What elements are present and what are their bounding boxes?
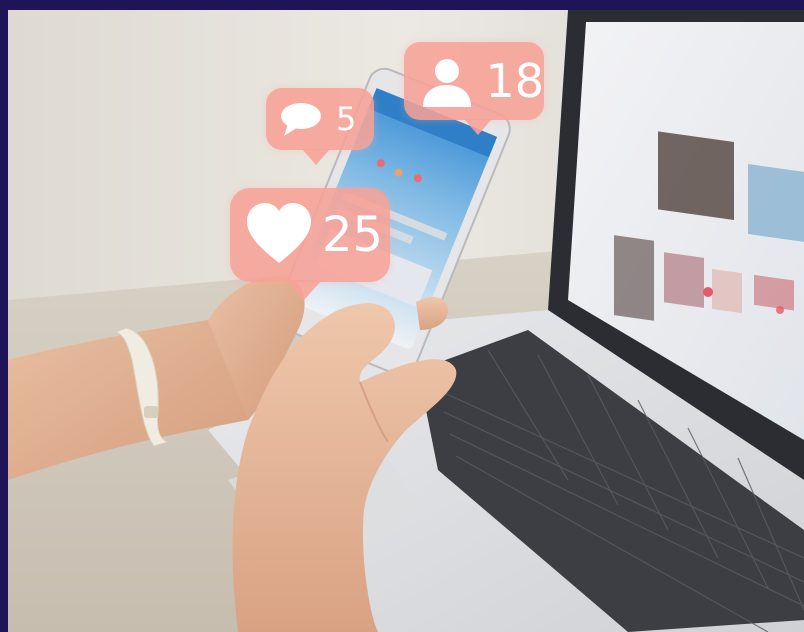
comments-notification: 5 bbox=[266, 88, 374, 165]
bubble-tail bbox=[286, 280, 322, 300]
likes-count: 25 bbox=[322, 207, 384, 263]
followers-count: 18 bbox=[485, 54, 544, 108]
comments-count: 5 bbox=[336, 100, 357, 138]
person-icon bbox=[416, 50, 477, 112]
followers-notification: 18 bbox=[404, 42, 544, 135]
speech-bubble-icon bbox=[278, 96, 324, 142]
bubble-tail bbox=[302, 149, 330, 165]
heart-icon bbox=[240, 196, 318, 274]
photo-frame: 18 5 25 bbox=[8, 10, 804, 632]
bubble-tail bbox=[464, 119, 492, 135]
likes-notification: 25 bbox=[230, 188, 390, 300]
